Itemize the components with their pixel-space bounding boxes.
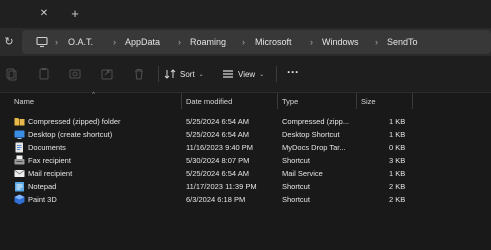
file-size: 0 KB xyxy=(389,143,406,152)
column-header-date[interactable]: Date modified xyxy=(186,97,232,106)
file-name: Compressed (zipped) folder xyxy=(28,117,121,126)
file-type: Shortcut xyxy=(282,156,310,165)
file-type: Desktop Shortcut xyxy=(282,130,340,139)
column-divider[interactable] xyxy=(356,93,357,109)
file-date: 5/25/2024 6:54 AM xyxy=(186,130,249,139)
list-item[interactable]: Fax recipient 5/30/2024 8:07 PM Shortcut… xyxy=(0,154,491,167)
file-date: 11/16/2023 9:40 PM xyxy=(186,143,253,152)
refresh-icon[interactable]: ↻ xyxy=(3,36,15,48)
cut-icon[interactable] xyxy=(4,67,18,81)
file-size: 1 KB xyxy=(389,130,406,139)
list-item[interactable]: Mail recipient 5/25/2024 6:54 AM Mail Se… xyxy=(0,167,491,180)
column-divider[interactable] xyxy=(412,93,413,109)
breadcrumb[interactable]: › O.A.T. › AppData › Roaming › Microsoft… xyxy=(22,30,491,54)
breadcrumb-item-oat[interactable]: O.A.T. xyxy=(68,36,93,48)
mail-icon xyxy=(14,169,25,177)
sort-button[interactable]: Sort ⌄ xyxy=(164,65,204,83)
toolbar-divider xyxy=(158,66,159,82)
file-size: 2 KB xyxy=(389,195,406,204)
paint3d-icon xyxy=(14,194,25,205)
breadcrumb-separator-icon: › xyxy=(375,37,378,47)
chevron-down-icon: ⌄ xyxy=(198,71,204,78)
column-divider[interactable] xyxy=(181,93,182,109)
file-size: 3 KB xyxy=(389,156,406,165)
column-header-size[interactable]: Size xyxy=(361,97,376,106)
sort-icon xyxy=(164,69,176,79)
file-date: 6/3/2024 6:18 PM xyxy=(186,195,246,204)
column-header-row: ^ Name Date modified Type Size xyxy=(0,92,491,111)
toolbar-divider xyxy=(276,66,277,82)
file-type: Mail Service xyxy=(282,169,323,178)
tab-bar: ✕ + xyxy=(0,0,491,28)
share-icon[interactable] xyxy=(100,67,114,81)
file-type: Shortcut xyxy=(282,182,310,191)
documents-icon xyxy=(15,142,23,153)
fax-icon xyxy=(14,155,25,165)
file-date: 5/25/2024 6:54 AM xyxy=(186,117,249,126)
breadcrumb-separator-icon: › xyxy=(55,37,58,47)
breadcrumb-separator-icon: › xyxy=(310,37,313,47)
view-label: View xyxy=(238,69,256,79)
file-name: Fax recipient xyxy=(28,156,71,165)
list-item[interactable]: Compressed (zipped) folder 5/25/2024 6:5… xyxy=(0,115,491,128)
file-size: 1 KB xyxy=(389,117,406,126)
column-header-type[interactable]: Type xyxy=(282,97,298,106)
breadcrumb-item-roaming[interactable]: Roaming xyxy=(190,36,226,48)
sort-label: Sort xyxy=(180,69,195,79)
view-button[interactable]: View ⌄ xyxy=(222,65,264,83)
file-size: 2 KB xyxy=(389,182,406,191)
copy-icon[interactable] xyxy=(37,67,51,81)
breadcrumb-item-microsoft[interactable]: Microsoft xyxy=(255,36,292,48)
address-bar: ↻ › O.A.T. › AppData › Roaming › Microso… xyxy=(0,28,491,56)
breadcrumb-separator-icon: › xyxy=(178,37,181,47)
more-options-icon[interactable]: ··· xyxy=(286,66,300,80)
column-divider[interactable] xyxy=(277,93,278,109)
file-type: MyDocs Drop Tar... xyxy=(282,143,346,152)
column-header-name[interactable]: Name xyxy=(14,97,34,106)
file-name: Paint 3D xyxy=(28,195,57,204)
file-name: Desktop (create shortcut) xyxy=(28,130,113,139)
breadcrumb-item-windows[interactable]: Windows xyxy=(322,36,359,48)
file-date: 5/25/2024 6:54 AM xyxy=(186,169,249,178)
file-date: 5/30/2024 8:07 PM xyxy=(186,156,250,165)
breadcrumb-item-sendto[interactable]: SendTo xyxy=(387,36,418,48)
list-item[interactable]: Desktop (create shortcut) 5/25/2024 6:54… xyxy=(0,128,491,141)
command-bar: Sort ⌄ View ⌄ ··· xyxy=(0,56,491,93)
zip-folder-icon xyxy=(14,118,25,126)
delete-icon[interactable] xyxy=(132,67,146,81)
rename-icon[interactable] xyxy=(68,67,82,81)
list-item[interactable]: Notepad 11/17/2023 11:39 PM Shortcut 2 K… xyxy=(0,180,491,193)
file-date: 11/17/2023 11:39 PM xyxy=(186,182,257,191)
desktop-icon xyxy=(14,130,25,139)
sort-caret-icon: ^ xyxy=(92,92,95,98)
this-pc-icon[interactable] xyxy=(36,36,48,48)
new-tab-icon[interactable]: + xyxy=(68,6,82,22)
chevron-down-icon: ⌄ xyxy=(259,71,265,78)
list-item[interactable]: Documents 11/16/2023 9:40 PM MyDocs Drop… xyxy=(0,141,491,154)
breadcrumb-separator-icon: › xyxy=(242,37,245,47)
view-icon xyxy=(223,70,233,78)
file-name: Documents xyxy=(28,143,66,152)
notepad-icon xyxy=(15,182,24,192)
close-tab-icon[interactable]: ✕ xyxy=(38,8,50,20)
file-size: 1 KB xyxy=(389,169,406,178)
list-item[interactable]: Paint 3D 6/3/2024 6:18 PM Shortcut 2 KB xyxy=(0,193,491,206)
file-name: Mail recipient xyxy=(28,169,73,178)
breadcrumb-item-appdata[interactable]: AppData xyxy=(125,36,160,48)
breadcrumb-separator-icon: › xyxy=(113,37,116,47)
file-name: Notepad xyxy=(28,182,57,191)
file-type: Compressed (zipp... xyxy=(282,117,350,126)
file-type: Shortcut xyxy=(282,195,310,204)
